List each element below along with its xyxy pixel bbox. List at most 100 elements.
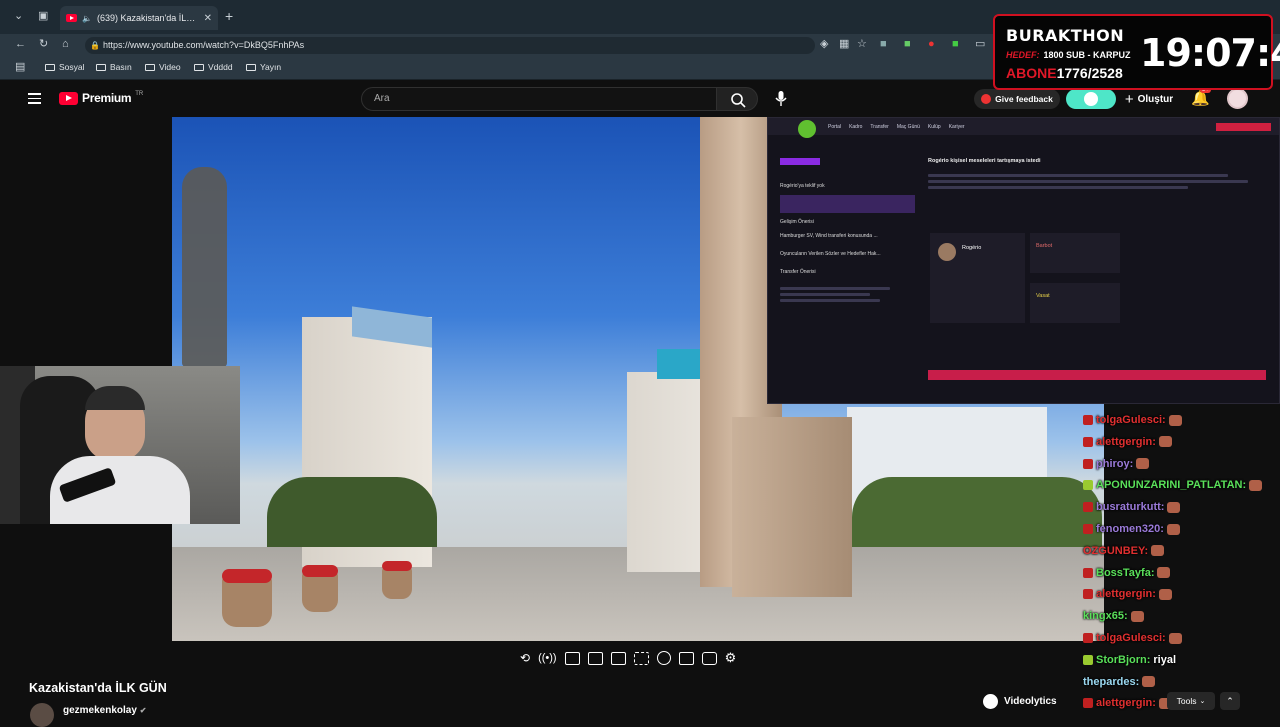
goal-text: 1800 SUB - KARPUZ [1043,50,1131,60]
selection-icon[interactable] [633,651,649,665]
give-feedback-button[interactable]: Give feedback [974,89,1060,109]
game-message-title: Rogério kişisel meseleleri tartışmaya is… [928,158,1041,164]
chat-badge-icon [1083,567,1093,578]
flowers [382,561,412,571]
gear-icon[interactable]: ⚙ [725,650,737,666]
player-extension-controls: ⟲ ((•)) ⚙ [520,648,736,668]
chat-badge-icon [1083,415,1093,425]
flowers [222,569,272,583]
bookmark-vdddd[interactable]: Vdddd [194,62,233,72]
game-inbox-item: Gelişim Önerisi [780,219,814,225]
extension-icon[interactable]: ◈ [820,39,828,50]
video-title: Kazakistan'da İLK GÜN [29,681,167,695]
reload-icon[interactable]: ↻ [39,39,48,50]
chat-badge-icon [1083,458,1093,469]
chat-message: APONUNZARINI_PATLATAN: [1083,477,1263,493]
bookmark-basin[interactable]: Basın [96,62,132,72]
game-inbox-tab [780,158,820,165]
screenshot-icon[interactable] [564,651,580,665]
bookmark-label: Sosyal [59,62,85,72]
extension-pill-button[interactable] [1066,89,1116,109]
close-tab-icon[interactable]: ✕ [204,13,212,24]
extension-icon-6[interactable]: ▭ [975,39,985,50]
chat-username: StorBjorn: [1096,653,1151,666]
channel-avatar[interactable] [30,703,54,727]
game-tag-label: Vasat [1036,293,1050,299]
chat-message: fenomen320: [1083,521,1180,537]
sidebar-toggle-icon[interactable]: ▤ [15,62,25,73]
folder-icon [246,63,256,71]
chat-emote-icon [1142,676,1156,688]
extension-icon-5[interactable]: ■ [952,39,959,50]
account-avatar[interactable] [1227,88,1248,109]
create-label: Oluştur [1137,93,1174,105]
chat-username: BossTayfa: [1096,566,1155,579]
game-club-name: Barbot [1036,243,1053,249]
bookmark-video[interactable]: Video [145,62,181,72]
chat-emote-icon [1167,501,1181,513]
collapse-up-button[interactable]: ⌃ [1220,692,1240,710]
bookmark-yayin[interactable]: Yayın [246,62,281,72]
bookmark-sosyal[interactable]: Sosyal [45,62,85,72]
tab-list-chevron-icon[interactable]: ⌄ [14,11,23,22]
chat-message: tolgaGulesci: [1083,630,1182,646]
microphone-icon[interactable] [774,90,788,107]
extension-pill-icon [1084,92,1098,106]
chat-text: riyal [1153,653,1177,666]
film-icon[interactable] [587,651,603,665]
game-club-card: Barbot [1030,233,1120,273]
chat-emote-icon [1249,479,1263,491]
chat-badge-icon [1083,589,1093,600]
speaker-icon[interactable]: 🔈 [82,14,92,23]
extension-icon-2[interactable]: ■ [880,39,887,50]
tools-dropdown[interactable]: Tools ⌄ [1167,692,1215,710]
chat-message: alettgergin: [1083,586,1172,602]
player-face-icon [938,243,956,261]
tab-youtube[interactable]: 🔈 (639) Kazakistan'da İLK GÜN ✕ [60,6,218,30]
create-button[interactable]: + Oluştur [1118,89,1180,109]
search-icon [731,93,746,108]
reader-icon[interactable]: ▦ [839,39,849,50]
game-nav-item: Maç Günü [896,123,920,130]
channel-name[interactable]: gezmekenkolay ✔ [63,705,146,716]
speed-gauge-icon[interactable] [656,651,671,665]
folder-icon [45,63,55,71]
game-inbox-item: Rogério'ya teklif yok [780,183,825,189]
new-tab-button[interactable]: + [225,9,233,23]
chat-username: APONUNZARINI_PATLATAN: [1096,479,1247,492]
broadcast-icon[interactable]: ((•)) [538,652,557,664]
chat-username: thepardes: [1083,675,1140,688]
notifications-button[interactable]: 🔔 9+ [1191,87,1211,108]
workspaces-icon[interactable]: ▣ [38,11,48,22]
search-input[interactable]: Ara [361,87,717,111]
add-box-icon[interactable] [678,651,694,665]
chat-message: thepardes: [1083,674,1156,690]
chat-username: phiroy: [1096,457,1134,470]
loop-icon[interactable]: ⟲ [520,651,530,665]
url-field[interactable]: 🔒 https://www.youtube.com/watch?v=DkBQ5F… [85,37,815,54]
tools-label: Tools [1176,696,1197,706]
youtube-logo[interactable]: Premium TR [59,91,143,105]
feedback-label: Give feedback [995,94,1053,104]
extension-icon-4[interactable]: ● [928,39,935,50]
back-icon[interactable]: ← [15,39,26,50]
counter-timer: 19:07:46 [1140,31,1280,75]
home-icon[interactable]: ⌂ [62,39,69,50]
game-tag-card: Vasat [1030,283,1120,323]
chat-emote-icon [1168,632,1182,644]
favorite-star-icon[interactable]: ☆ [857,39,867,50]
bookmark-label: Vdddd [208,62,233,72]
search-button[interactable] [716,87,758,111]
crop-icon[interactable] [610,651,626,665]
bookmark-label: Basın [110,62,132,72]
menu-icon[interactable] [28,90,41,107]
camera-icon[interactable] [701,651,717,665]
plus-icon: + [1124,90,1134,108]
chat-username: alettgergin: [1096,588,1156,601]
videolytics-widget[interactable]: Videolytics [983,690,1057,712]
chat-message: kingx65: [1083,608,1144,624]
verified-check-icon: ✔ [139,706,147,715]
extension-icon-3[interactable]: ■ [904,39,911,50]
chat-emote-icon [1151,545,1165,557]
chevron-down-icon: ⌄ [1199,698,1206,705]
